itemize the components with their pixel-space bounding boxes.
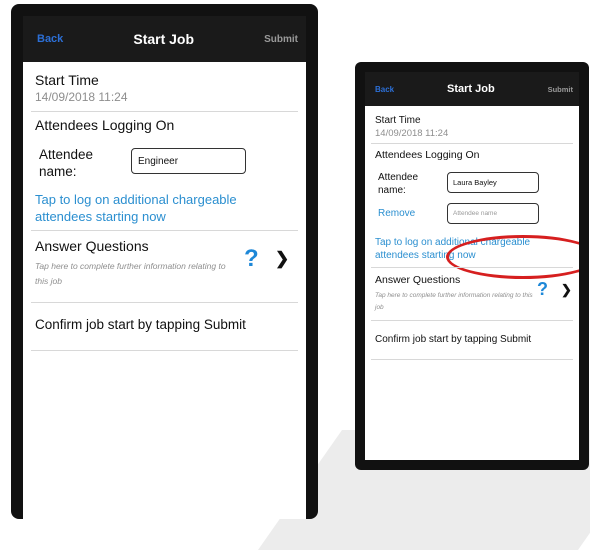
answer-questions-subtitle: Tap here to complete further information… bbox=[375, 292, 533, 311]
start-time-value: 14/09/2018 11:24 bbox=[35, 90, 128, 104]
chevron-right-icon[interactable]: ❯ bbox=[561, 282, 572, 298]
back-button[interactable]: Back bbox=[37, 33, 63, 45]
remove-attendee-link[interactable]: Remove bbox=[378, 208, 415, 219]
divider bbox=[371, 320, 573, 321]
start-time-value: 14/09/2018 11:24 bbox=[375, 128, 449, 139]
start-time-label: Start Time bbox=[35, 72, 99, 88]
answer-questions-subtitle: Tap here to complete further information… bbox=[35, 261, 226, 286]
divider bbox=[31, 111, 298, 112]
question-icon[interactable]: ? bbox=[244, 245, 259, 273]
divider bbox=[371, 267, 573, 268]
attendees-header: Attendees Logging On bbox=[35, 117, 175, 133]
right-phone: Back Start Job Submit Start Time 14/09/2… bbox=[355, 62, 589, 470]
attendee-name-input-empty[interactable]: Attendee name bbox=[447, 203, 539, 224]
answer-questions-title[interactable]: Answer Questions bbox=[35, 238, 149, 254]
divider bbox=[31, 230, 298, 231]
add-attendee-link[interactable]: Tap to log on additional chargeable atte… bbox=[35, 191, 275, 225]
submit-button[interactable]: Submit bbox=[264, 34, 298, 45]
nav-bar: Back Start Job Submit bbox=[23, 16, 306, 62]
highlight-circle bbox=[446, 235, 579, 279]
submit-button[interactable]: Submit bbox=[548, 85, 573, 94]
question-icon[interactable]: ? bbox=[537, 279, 548, 300]
start-time-label: Start Time bbox=[375, 115, 421, 126]
chevron-right-icon[interactable]: ❯ bbox=[275, 249, 289, 269]
right-phone-screen: Back Start Job Submit Start Time 14/09/2… bbox=[365, 72, 579, 460]
attendee-name-input[interactable]: Engineer bbox=[131, 148, 246, 174]
attendee-name-input[interactable]: Laura Bayley bbox=[447, 172, 539, 193]
confirm-instruction: Confirm job start by tapping Submit bbox=[35, 317, 246, 332]
confirm-instruction: Confirm job start by tapping Submit bbox=[375, 334, 532, 345]
attendee-name-label: Attendee name: bbox=[378, 172, 419, 196]
page-title: Start Job bbox=[133, 31, 195, 47]
divider bbox=[371, 359, 573, 360]
back-button[interactable]: Back bbox=[375, 85, 394, 94]
divider bbox=[31, 302, 298, 303]
attendee-name-label: Attendee name: bbox=[39, 147, 94, 179]
attendees-header: Attendees Logging On bbox=[375, 149, 480, 161]
left-phone: Back Start Job Submit Start Time 14/09/2… bbox=[11, 4, 318, 519]
answer-questions-title[interactable]: Answer Questions bbox=[375, 274, 460, 286]
divider bbox=[31, 350, 298, 351]
divider bbox=[371, 143, 573, 144]
left-phone-screen: Back Start Job Submit Start Time 14/09/2… bbox=[23, 16, 306, 519]
page-title: Start Job bbox=[447, 83, 495, 95]
nav-bar: Back Start Job Submit bbox=[365, 72, 579, 106]
